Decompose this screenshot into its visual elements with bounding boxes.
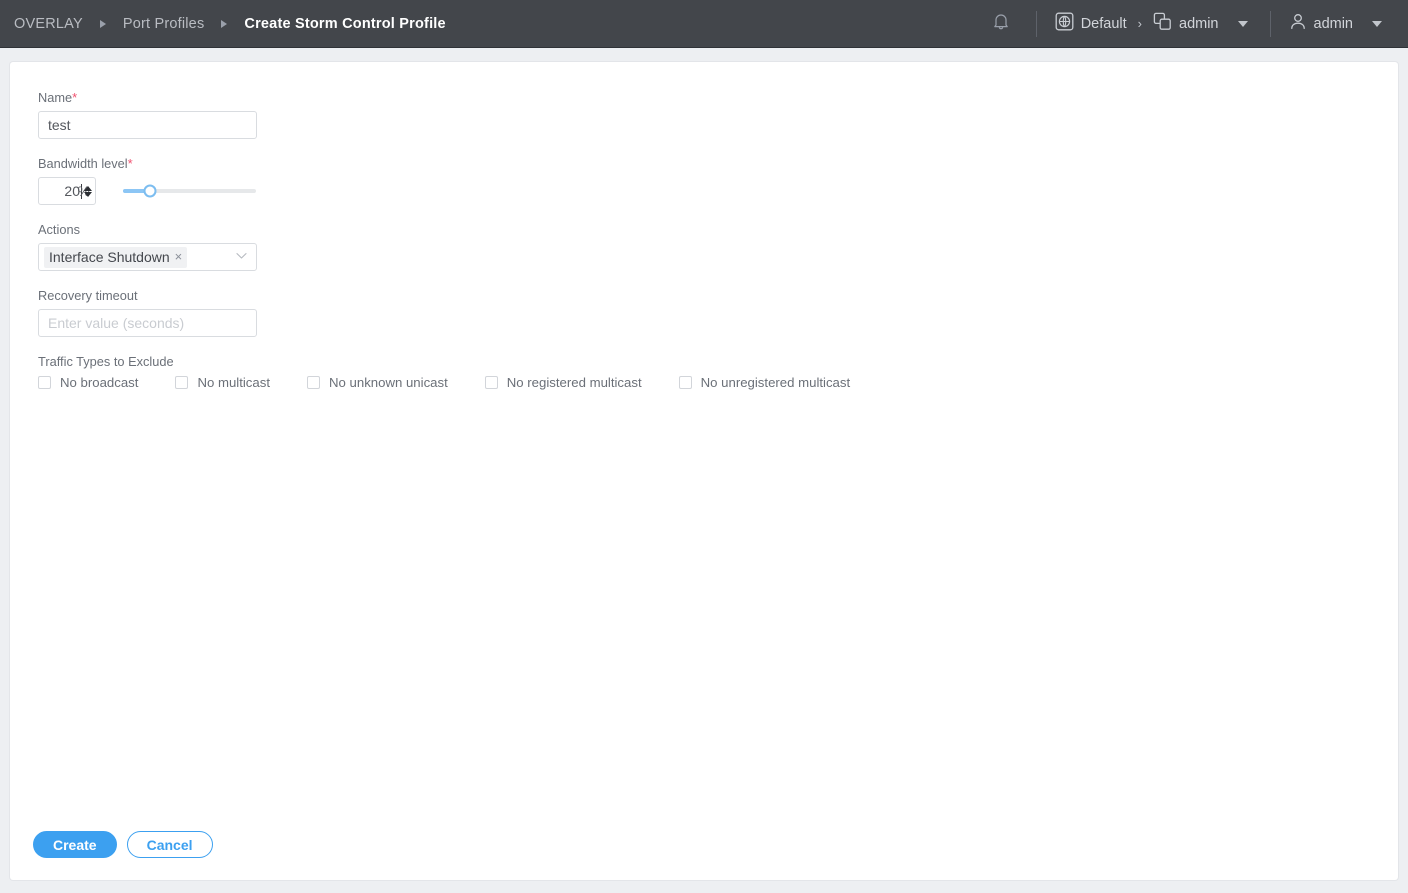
traffic-type-option-0[interactable]: No broadcast	[38, 375, 138, 390]
field-name: Name*	[38, 90, 1398, 139]
required-asterisk: *	[127, 156, 133, 171]
recovery-timeout-label: Recovery timeout	[38, 288, 138, 303]
checkbox-icon[interactable]	[307, 376, 320, 389]
storm-control-profile-form: Name* Bandwidth level* 20 %	[10, 62, 1398, 390]
bandwidth-number-input[interactable]: 20 %	[38, 177, 96, 205]
globe-icon	[1055, 12, 1074, 35]
header-right-controls: Default › admin admin	[976, 0, 1408, 48]
top-header-bar: OVERLAY Port Profiles Create Storm Contr…	[0, 0, 1408, 48]
org-selector[interactable]: Default › admin	[1047, 0, 1260, 48]
field-actions: Actions Interface Shutdown ×	[38, 222, 1398, 271]
stepper-up-icon[interactable]	[84, 185, 92, 191]
content-panel: Name* Bandwidth level* 20 %	[10, 62, 1398, 880]
checkbox-icon[interactable]	[484, 376, 498, 389]
number-stepper-icon[interactable]	[84, 185, 92, 197]
name-label: Name*	[38, 90, 1398, 105]
traffic-type-option-1[interactable]: No multicast	[175, 375, 270, 390]
actions-tag-label: Interface Shutdown	[49, 248, 170, 265]
traffic-type-label: No unregistered multicast	[700, 375, 851, 390]
traffic-type-label: No broadcast	[60, 375, 139, 390]
breadcrumb-chevron-icon: ›	[1137, 16, 1142, 31]
traffic-type-label: No unknown unicast	[329, 375, 448, 390]
traffic-type-option-4[interactable]: No unregistered multicast	[678, 375, 851, 390]
actions-tag[interactable]: Interface Shutdown ×	[44, 246, 188, 268]
bandwidth-label-text: Bandwidth level	[38, 156, 128, 171]
chevron-down-icon[interactable]	[1372, 20, 1382, 27]
user-label: admin	[1313, 15, 1354, 32]
name-input[interactable]	[38, 111, 257, 139]
form-footer: Create Cancel	[33, 831, 213, 858]
bandwidth-label: Bandwidth level*	[38, 156, 1398, 171]
breadcrumb: OVERLAY Port Profiles Create Storm Contr…	[0, 16, 446, 32]
bell-icon	[992, 12, 1010, 36]
field-recovery-timeout: Recovery timeout	[38, 288, 1398, 337]
checkbox-icon[interactable]	[38, 376, 51, 389]
traffic-type-option-2[interactable]: No unknown unicast	[307, 375, 448, 390]
breadcrumb-item-current: Create Storm Control Profile	[244, 15, 446, 32]
traffic-type-label: No registered multicast	[506, 375, 642, 390]
header-divider	[1269, 10, 1271, 37]
notifications-button[interactable]	[976, 0, 1026, 48]
bandwidth-controls: 20 %	[38, 177, 1398, 205]
traffic-type-label: No multicast	[197, 375, 270, 390]
actions-label: Actions	[38, 222, 80, 237]
header-divider	[1035, 10, 1037, 37]
chevron-down-icon[interactable]	[236, 251, 247, 263]
breadcrumb-item-port-profiles[interactable]: Port Profiles	[123, 16, 205, 32]
traffic-type-option-3[interactable]: No registered multicast	[484, 375, 642, 390]
stepper-down-icon[interactable]	[84, 191, 92, 197]
org-label: Default	[1080, 15, 1127, 32]
breadcrumb-item-overlay[interactable]: OVERLAY	[14, 16, 83, 32]
field-bandwidth-level: Bandwidth level* 20 %	[38, 156, 1398, 205]
traffic-types-label: Traffic Types to Exclude	[38, 354, 174, 369]
bandwidth-slider[interactable]	[123, 184, 256, 198]
user-menu[interactable]: admin	[1281, 0, 1395, 48]
create-button[interactable]: Create	[33, 831, 117, 858]
user-icon	[1289, 12, 1307, 35]
tenant-label: admin	[1179, 15, 1219, 32]
chevron-down-icon[interactable]	[1237, 20, 1248, 27]
breadcrumb-separator-icon	[204, 19, 244, 28]
name-label-text: Name	[38, 90, 73, 105]
checkbox-icon[interactable]	[678, 376, 692, 389]
required-asterisk: *	[72, 90, 78, 105]
layers-icon	[1153, 12, 1172, 35]
checkbox-icon[interactable]	[175, 376, 189, 389]
recovery-timeout-input[interactable]	[38, 309, 257, 337]
traffic-types-checkbox-group: No broadcast No multicast No unknown unica…	[38, 375, 1398, 390]
actions-multiselect[interactable]: Interface Shutdown ×	[38, 243, 257, 271]
slider-handle[interactable]	[143, 184, 157, 198]
close-icon[interactable]: ×	[175, 250, 183, 263]
breadcrumb-separator-icon	[83, 19, 123, 28]
field-traffic-types: Traffic Types to Exclude No broadcast No …	[38, 354, 1398, 390]
cancel-button[interactable]: Cancel	[126, 831, 213, 858]
